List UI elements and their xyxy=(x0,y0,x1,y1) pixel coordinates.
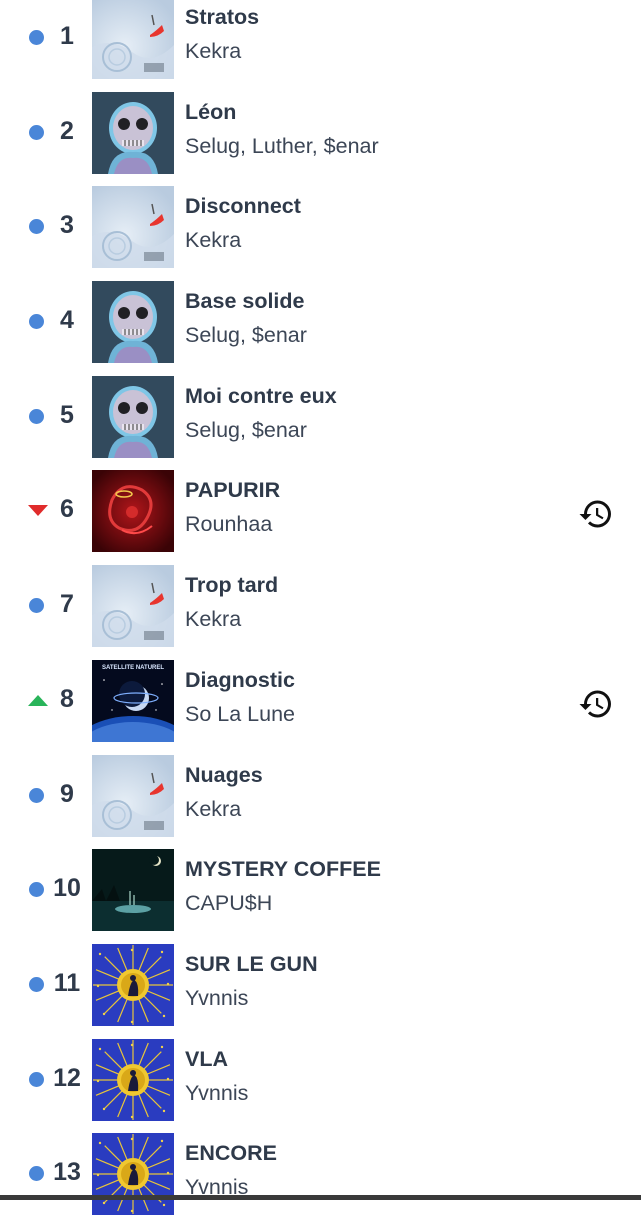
dot-icon xyxy=(29,1166,44,1182)
svg-text:SATELLITE NATUREL: SATELLITE NATUREL xyxy=(102,665,164,671)
album-cover[interactable] xyxy=(92,91,174,174)
track-row-2[interactable]: 2 Léon Selug, Luther, $enar xyxy=(0,81,641,176)
trend-indicator xyxy=(28,30,46,46)
album-cover[interactable] xyxy=(92,470,174,553)
arrow-down-icon xyxy=(28,505,48,517)
dot-icon xyxy=(29,30,44,45)
album-cover[interactable] xyxy=(92,565,174,648)
dot-icon xyxy=(29,787,44,803)
track-title[interactable]: MYSTERY COFFEE xyxy=(185,857,381,882)
track-title[interactable]: Nuages xyxy=(185,763,263,788)
track-rank: 5 xyxy=(60,400,74,429)
history-icon[interactable] xyxy=(578,686,614,722)
track-row-5[interactable]: 5 Moi contre eux Selug, $enar xyxy=(0,365,641,460)
album-cover[interactable] xyxy=(92,1038,174,1121)
trend-indicator xyxy=(28,408,46,425)
track-row-4[interactable]: 4 Base solide Selug, $enar xyxy=(0,270,641,365)
trend-indicator xyxy=(28,787,46,804)
track-row-1[interactable]: 1 Stratos Kekra xyxy=(0,0,641,81)
track-title[interactable]: Stratos xyxy=(185,5,259,30)
track-row-10[interactable]: 10 MYSTERY COFFEE CAPU$H xyxy=(0,838,641,933)
track-artist[interactable]: Kekra xyxy=(185,797,241,822)
track-title[interactable]: Moi contre eux xyxy=(185,384,337,409)
album-cover[interactable] xyxy=(92,281,174,364)
history-icon[interactable] xyxy=(578,496,614,532)
trend-indicator xyxy=(28,219,46,235)
dot-icon xyxy=(29,219,44,235)
dot-icon xyxy=(29,124,44,140)
track-rank: 2 xyxy=(60,116,74,145)
album-cover[interactable] xyxy=(92,943,174,1026)
album-cover[interactable] xyxy=(92,186,174,269)
track-row-12[interactable]: 12 VLA Yvnnis xyxy=(0,1028,641,1123)
dot-icon xyxy=(29,598,44,614)
track-title[interactable]: Léon xyxy=(185,100,236,125)
track-title[interactable]: Trop tard xyxy=(185,573,278,598)
track-rank: 4 xyxy=(60,306,74,335)
track-row-7[interactable]: 7 Trop tard Kekra xyxy=(0,554,641,649)
trend-indicator xyxy=(28,693,48,709)
track-row-3[interactable]: 3 Disconnect Kekra xyxy=(0,175,641,270)
trend-indicator xyxy=(28,882,46,898)
arrow-up-icon xyxy=(28,694,48,706)
trend-indicator xyxy=(28,598,46,614)
track-row-6[interactable]: 6 PAPURIR Rounhaa xyxy=(0,459,641,554)
track-row-9[interactable]: 9 Nuages Kekra xyxy=(0,744,641,839)
album-cover[interactable]: SATELLITE NATUREL xyxy=(92,659,174,742)
dot-icon xyxy=(29,408,44,424)
track-artist[interactable]: CAPU$H xyxy=(185,891,272,916)
track-rank: 12 xyxy=(53,1063,81,1092)
trend-indicator xyxy=(28,976,46,993)
trend-indicator xyxy=(28,1166,46,1182)
album-cover[interactable] xyxy=(92,1133,174,1216)
track-title[interactable]: PAPURIR xyxy=(185,478,280,503)
track-title[interactable]: ENCORE xyxy=(185,1141,277,1166)
dot-icon xyxy=(29,314,44,330)
track-title[interactable]: VLA xyxy=(185,1047,228,1072)
track-rank: 9 xyxy=(60,779,74,808)
album-cover[interactable] xyxy=(92,375,174,458)
track-artist[interactable]: Kekra xyxy=(185,228,241,253)
track-rank: 13 xyxy=(53,1158,81,1187)
track-rank: 11 xyxy=(53,968,81,997)
track-artist[interactable]: Yvnnis xyxy=(185,986,248,1011)
trend-indicator xyxy=(28,314,46,330)
track-row-8[interactable]: 8 SATELLITE NATUREL Diagnostic So La Lun… xyxy=(0,649,641,744)
track-artist[interactable]: Selug, Luther, $enar xyxy=(185,134,379,159)
dot-icon xyxy=(29,1071,44,1087)
track-rank: 7 xyxy=(60,590,74,619)
chart-list: 1 Stratos Kekra 2 Léon Selug, Luther, $e… xyxy=(0,0,641,1217)
dot-icon xyxy=(29,976,44,992)
track-title[interactable]: Base solide xyxy=(185,289,305,314)
track-title[interactable]: SUR LE GUN xyxy=(185,952,318,977)
dot-icon xyxy=(29,882,44,898)
trend-indicator xyxy=(28,503,48,519)
track-artist[interactable]: Kekra xyxy=(185,39,241,64)
track-artist[interactable]: Selug, $enar xyxy=(185,418,307,443)
album-cover[interactable] xyxy=(92,754,174,837)
track-artist[interactable]: Rounhaa xyxy=(185,512,272,537)
album-cover[interactable] xyxy=(92,0,174,79)
track-title[interactable]: Disconnect xyxy=(185,194,301,219)
track-row-11[interactable]: 11 SUR LE GUN Yvnnis xyxy=(0,933,641,1028)
bottom-edge-bar xyxy=(0,1195,641,1200)
track-rank: 3 xyxy=(60,211,74,240)
track-title[interactable]: Diagnostic xyxy=(185,668,295,693)
track-artist[interactable]: So La Lune xyxy=(185,702,295,727)
track-artist[interactable]: Yvnnis xyxy=(185,1081,248,1106)
track-rank: 6 xyxy=(60,495,74,524)
track-artist[interactable]: Selug, $enar xyxy=(185,323,307,348)
track-rank: 8 xyxy=(60,684,74,713)
track-rank: 1 xyxy=(60,22,74,50)
track-row-13[interactable]: 13 ENCORE Yvnnis xyxy=(0,1122,641,1217)
trend-indicator xyxy=(28,1071,46,1088)
track-artist[interactable]: Kekra xyxy=(185,607,241,632)
track-rank: 10 xyxy=(53,874,81,903)
trend-indicator xyxy=(28,124,46,141)
album-cover[interactable] xyxy=(92,849,174,932)
